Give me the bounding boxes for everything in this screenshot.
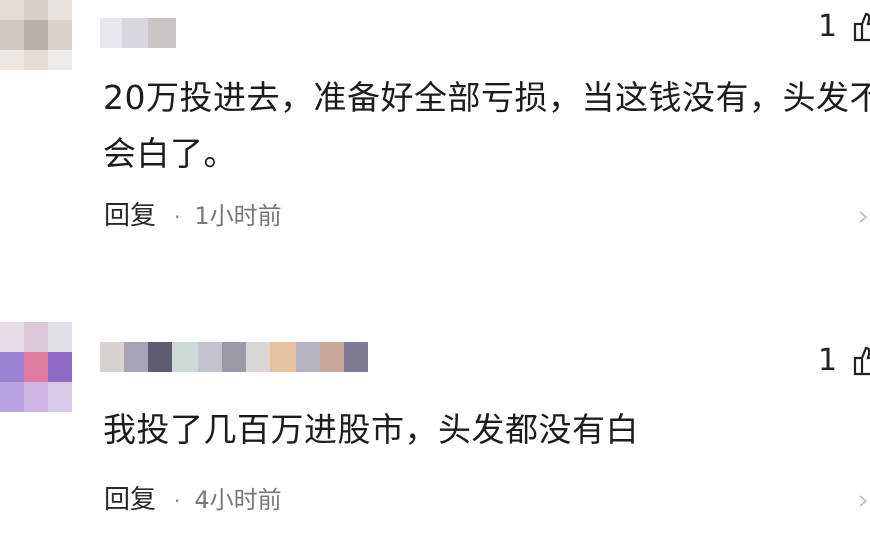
comment-meta: 回复 · 4小时前 (104, 484, 282, 516)
comment-text-line: 会白了。 (103, 134, 237, 173)
separator-dot: · (174, 489, 181, 513)
thumbs-up-icon[interactable] (852, 10, 870, 42)
timestamp: 4小时前 (194, 486, 282, 514)
comment-text: 20万投进去，准备好全部亏损，当这钱没有，头发不 会白了。 (103, 70, 870, 182)
comment-item: 1 20万投进去，准备好全部亏损，当这钱没有，头发不 会白了。 回复 · 1小时前 (0, 0, 870, 290)
avatar[interactable] (0, 322, 72, 412)
more-icon[interactable] (858, 210, 868, 224)
reply-button[interactable]: 回复 (104, 485, 156, 515)
comment-item: 1 我投了几百万进股市，头发都没有白 回复 · 4小时前 (0, 290, 870, 557)
thumbs-up-icon[interactable] (852, 344, 870, 376)
like-count: 1 (818, 343, 838, 378)
reply-button[interactable]: 回复 (104, 201, 156, 231)
like-count: 1 (818, 9, 838, 44)
avatar[interactable] (0, 0, 72, 80)
separator-dot: · (174, 205, 181, 229)
more-icon[interactable] (858, 494, 868, 508)
username[interactable] (100, 342, 368, 372)
comment-text-line: 20万投进去，准备好全部亏损，当这钱没有，头发不 (103, 78, 870, 117)
username[interactable] (100, 18, 176, 48)
timestamp: 1小时前 (194, 202, 282, 230)
comment-text: 我投了几百万进股市，头发都没有白 (103, 402, 639, 458)
comment-meta: 回复 · 1小时前 (104, 200, 282, 232)
comment-text-line: 我投了几百万进股市，头发都没有白 (103, 410, 639, 449)
